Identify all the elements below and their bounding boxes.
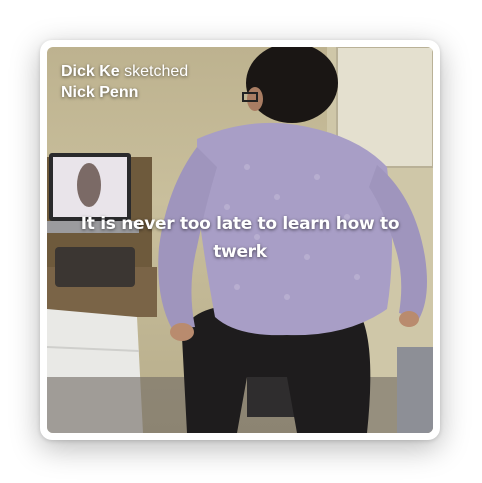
post-card[interactable]: Dick Ke sketched Nick Penn It is never t… xyxy=(40,40,440,440)
post-header: Dick Ke sketched Nick Penn xyxy=(61,61,188,103)
action-text: sketched xyxy=(124,63,189,80)
post-message: It is never too late to learn how to twe… xyxy=(80,214,400,262)
post-photo[interactable]: Dick Ke sketched Nick Penn It is never t… xyxy=(47,47,433,433)
subject-name[interactable]: Nick Penn xyxy=(61,82,188,103)
author-name[interactable]: Dick Ke xyxy=(61,63,120,80)
